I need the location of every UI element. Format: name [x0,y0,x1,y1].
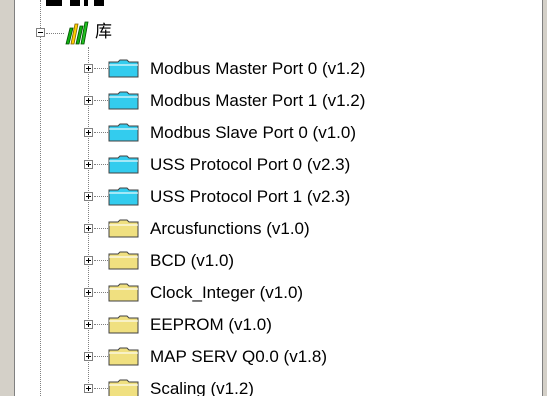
expand-toggle[interactable] [84,288,93,297]
expand-toggle[interactable] [84,352,93,361]
expand-toggle[interactable] [84,256,93,265]
library-tree-panel: 库 Modbus Master Port 0 (v1.2) Modbus Mast… [0,0,547,396]
tree-connector [94,356,108,357]
tree-connector [94,260,108,261]
folder-icon [108,250,139,270]
tree-connector [94,196,108,197]
tree-node-label[interactable]: Scaling (v1.2) [150,379,254,396]
tree-node-label[interactable]: Modbus Master Port 1 (v1.2) [150,91,365,111]
expand-toggle[interactable] [84,64,93,73]
folder-icon [108,154,139,174]
expand-toggle[interactable] [84,192,93,201]
expand-toggle[interactable] [84,128,93,137]
tree-connector [94,324,108,325]
tree-connector [94,228,108,229]
tree-node-label[interactable]: BCD (v1.0) [150,251,234,271]
expand-toggle[interactable] [84,160,93,169]
tree-node-label[interactable]: Clock_Integer (v1.0) [150,283,303,303]
tree-node-library-label[interactable]: 库 [95,22,112,42]
expand-toggle[interactable] [84,320,93,329]
expand-toggle[interactable] [84,384,93,393]
folder-icon [108,218,139,238]
clipped-tree-node [46,0,166,6]
collapse-toggle[interactable] [36,28,45,37]
folder-icon [108,282,139,302]
folder-icon [108,186,139,206]
tree-node-label[interactable]: Arcusfunctions (v1.0) [150,219,310,239]
tree-connector [94,100,108,101]
tree-node-label[interactable]: MAP SERV Q0.0 (v1.8) [150,347,327,367]
library-icon [64,20,90,46]
folder-icon [108,314,139,334]
tree-connector [94,68,108,69]
panel-left-border [0,0,15,396]
folder-icon [108,122,139,142]
folder-icon [108,346,139,366]
panel-right-border [542,0,547,396]
folder-icon [108,378,139,396]
tree-connector [94,132,108,133]
tree-node-label[interactable]: USS Protocol Port 1 (v2.3) [150,187,350,207]
tree-connector [94,388,108,389]
tree-node-label[interactable]: EEPROM (v1.0) [150,315,272,335]
tree-connector [94,292,108,293]
tree-node-label[interactable]: Modbus Master Port 0 (v1.2) [150,59,365,79]
tree-connector [94,164,108,165]
tree-connector [46,33,64,34]
folder-icon [108,90,139,110]
expand-toggle[interactable] [84,96,93,105]
tree-node-label[interactable]: USS Protocol Port 0 (v2.3) [150,155,350,175]
expand-toggle[interactable] [84,224,93,233]
tree-guide-line [40,0,41,396]
folder-icon [108,58,139,78]
tree-node-label[interactable]: Modbus Slave Port 0 (v1.0) [150,123,356,143]
